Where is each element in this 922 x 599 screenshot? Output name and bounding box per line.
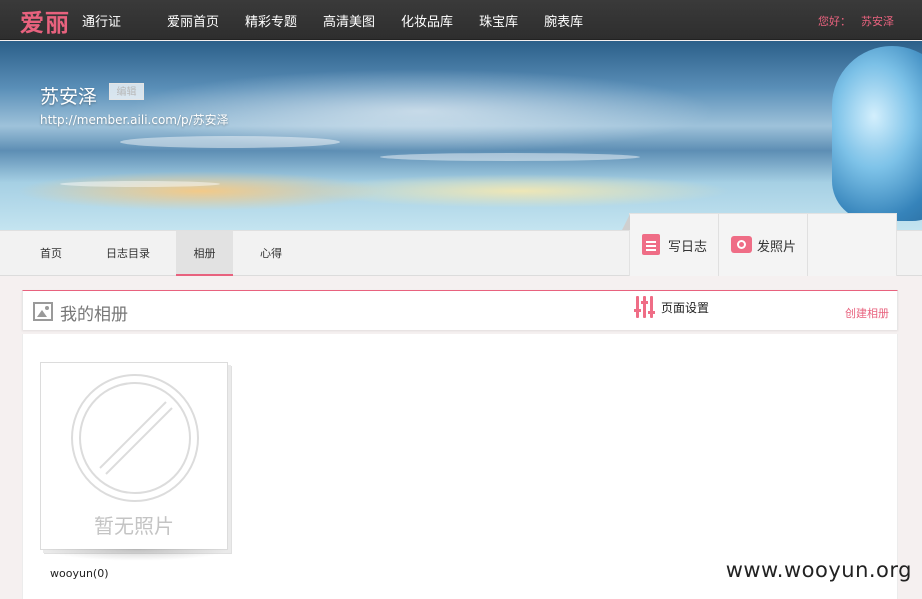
tab-albums[interactable]: 相册 [176,231,233,276]
passport-link[interactable]: 通行证 [82,11,121,30]
nav-link-hd-images[interactable]: 高清美图 [323,11,375,30]
watermark: www.wooyun.org [725,558,912,582]
nav-link-home[interactable]: 爱丽首页 [167,11,219,30]
nav-link-topics[interactable]: 精彩专题 [245,11,297,30]
profile-username: 苏安泽 [40,86,98,108]
tab-blog-list[interactable]: 日志目录 [106,231,150,276]
document-icon [642,234,660,255]
page-settings-link[interactable]: 页面设置 [661,299,709,316]
album-section-title: 我的相册 [60,305,128,325]
post-photo-label: 发照片 [757,240,797,255]
no-photo-icon [71,374,199,502]
greeting-username[interactable]: 苏安泽 [861,15,894,28]
album-name[interactable]: wooyun(0) [50,567,109,580]
create-album-link[interactable]: 创建相册 [845,305,889,321]
picture-icon [33,302,53,321]
banner-decoration [120,136,340,148]
tab-notes[interactable]: 心得 [260,231,282,276]
banner-decoration [60,181,220,187]
tab-home[interactable]: 首页 [40,231,62,276]
album-cover[interactable]: 暂无照片 [40,362,228,550]
sliders-icon[interactable] [634,296,655,318]
write-blog-button[interactable]: 写日志 [630,214,719,276]
no-photo-text: 暂无照片 [94,514,174,538]
write-blog-label: 写日志 [668,240,708,255]
profile-url[interactable]: http://member.aili.com/p/苏安泽 [40,111,229,128]
greeting-label: 您好： [818,15,851,28]
edit-profile-button[interactable]: 编辑 [109,83,144,100]
nav-link-jewelry[interactable]: 珠宝库 [479,11,518,30]
banner-bottle-image [832,46,922,221]
banner-decoration [380,153,640,161]
profile-banner: 苏安泽 编辑 http://member.aili.com/p/苏安泽 [0,41,922,230]
top-nav-bar: 爱丽 通行证 爱丽首页 精彩专题 高清美图 化妆品库 珠宝库 腕表库 您好： 苏安泽 [0,0,922,40]
user-greeting: 您好： 苏安泽 [818,13,894,29]
camera-icon [731,236,752,253]
fold-decoration [622,214,630,230]
nav-link-watches[interactable]: 腕表库 [544,11,583,30]
nav-link-cosmetics[interactable]: 化妆品库 [401,11,453,30]
album-cover-shadow [44,549,230,561]
post-photo-button[interactable]: 发照片 [719,214,808,276]
main-nav-links: 爱丽首页 精彩专题 高清美图 化妆品库 珠宝库 腕表库 [167,11,609,30]
quick-actions: 写日志 发照片 [622,213,897,276]
aili-logo[interactable]: 爱丽 [20,3,70,38]
album-section-header: 我的相册 页面设置 创建相册 [22,290,898,330]
